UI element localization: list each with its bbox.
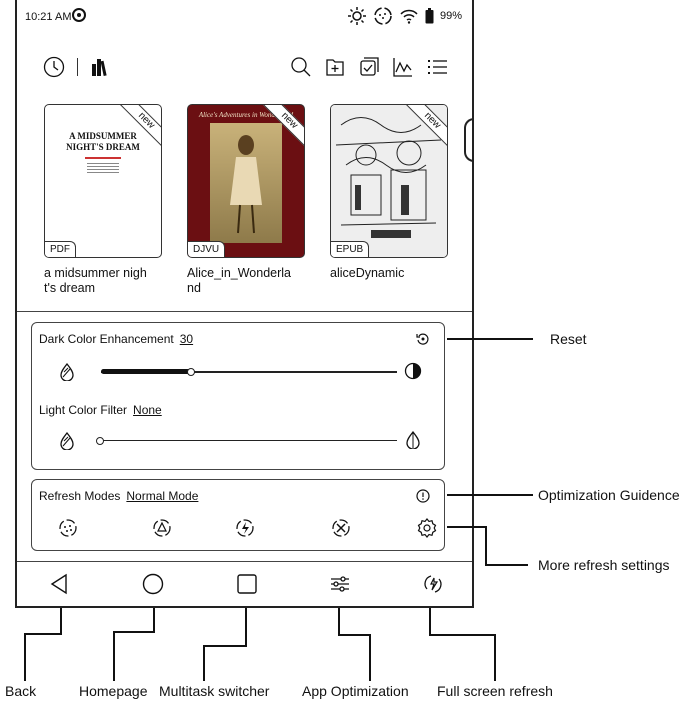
format-badge: PDF (45, 241, 76, 257)
clock-icon[interactable] (43, 56, 65, 78)
more-refresh-callout: More refresh settings (538, 557, 670, 573)
dark-low-icon (59, 362, 75, 386)
book-item[interactable]: new EPUB aliceDynamic (330, 104, 448, 281)
search-icon[interactable] (290, 56, 312, 78)
back-icon[interactable] (47, 572, 71, 596)
side-drawer-handle[interactable] (464, 118, 474, 162)
home-icon[interactable] (141, 572, 165, 596)
back-line-c (24, 633, 26, 681)
dark-high-icon (404, 362, 422, 385)
light-filter-value[interactable]: None (133, 403, 162, 417)
book-cover[interactable]: new EPUB (330, 104, 448, 258)
appopt-line-a (338, 608, 340, 636)
bookshelf-icon[interactable] (90, 56, 112, 78)
multitask-icon[interactable] (235, 572, 259, 596)
back-line-b (24, 633, 62, 635)
reset-callout: Reset (550, 331, 587, 347)
color-panel: Dark Color Enhancement 30 Light Color Fil… (31, 322, 445, 470)
reset-icon[interactable] (416, 332, 430, 351)
appopt-line-c (369, 634, 371, 681)
select-icon[interactable] (358, 56, 380, 78)
info-icon[interactable] (416, 489, 430, 508)
device-screen: 10:21 AM 99% A MIDSUMMER NIGHT'S DREAM n… (15, 0, 474, 608)
wifi-icon[interactable] (399, 7, 419, 25)
light-high-icon (405, 430, 421, 454)
back-callout: Back (5, 683, 37, 699)
hd-mode-icon[interactable] (58, 518, 78, 543)
full-refresh-icon[interactable] (421, 572, 445, 596)
more-refresh-line-b (485, 526, 487, 566)
nav-bar (17, 562, 472, 606)
reset-callout-line (447, 338, 533, 340)
fullrefresh-line-a (429, 608, 431, 636)
book-cover[interactable]: Alice's Adventures in Wonderland new DJV… (187, 104, 305, 258)
import-icon[interactable] (324, 56, 346, 78)
battery-percent: 99% (439, 10, 462, 22)
dnd-icon (72, 8, 86, 22)
home-line-a (153, 608, 155, 633)
multitask-line-c (203, 645, 205, 681)
app-optimization-icon[interactable] (328, 572, 352, 596)
optimization-callout-line (447, 494, 533, 496)
speed-mode-icon[interactable] (235, 518, 255, 543)
fullrefresh-line-c (494, 634, 496, 681)
dark-enhancement-value[interactable]: 30 (180, 332, 193, 346)
book-item[interactable]: Alice's Adventures in Wonderland new DJV… (187, 104, 305, 296)
format-badge: DJVU (188, 241, 226, 257)
stats-icon[interactable] (392, 56, 414, 78)
full-refresh-callout: Full screen refresh (437, 683, 553, 699)
homepage-callout: Homepage (79, 683, 148, 699)
multitask-callout: Multitask switcher (159, 683, 270, 699)
refresh-panel: Refresh Modes Normal Mode (31, 479, 445, 551)
menu-icon[interactable] (426, 56, 448, 78)
book-title: a midsummer night's dream (44, 266, 147, 295)
book-title: Alice_in_Wonderland (187, 266, 291, 295)
home-line-b (113, 631, 155, 633)
more-refresh-line-c (485, 564, 528, 566)
refresh-mode-value[interactable]: Normal Mode (126, 489, 198, 503)
toolbar-divider (77, 58, 78, 76)
fullrefresh-line-b (429, 634, 496, 636)
panel-separator (17, 311, 472, 312)
home-line-c (113, 631, 115, 681)
battery-icon (425, 8, 434, 24)
cover-title: A MIDSUMMER NIGHT'S DREAM (66, 131, 140, 152)
light-filter-label: Light Color Filter None (39, 403, 162, 417)
book-title: aliceDynamic (330, 266, 405, 280)
brightness-icon[interactable] (347, 6, 367, 26)
status-time: 10:21 AM (25, 11, 72, 23)
book-item[interactable]: A MIDSUMMER NIGHT'S DREAM new PDF a mids… (44, 104, 162, 296)
status-bar: 10:21 AM 99% (17, 0, 472, 34)
x-mode-icon[interactable] (331, 518, 351, 543)
balanced-mode-icon[interactable] (152, 518, 172, 543)
optimization-callout: Optimization Guidence (538, 487, 680, 503)
app-optimization-callout: App Optimization (302, 683, 409, 699)
more-refresh-line-a (447, 526, 487, 528)
refresh-modes-label: Refresh Modes Normal Mode (39, 489, 199, 503)
multitask-line-a (245, 608, 247, 647)
appopt-line-b (338, 634, 371, 636)
refresh-mode-icon[interactable] (373, 6, 393, 26)
multitask-line-b (203, 645, 247, 647)
dark-enhancement-label: Dark Color Enhancement 30 (39, 332, 194, 346)
book-cover[interactable]: A MIDSUMMER NIGHT'S DREAM new PDF (44, 104, 162, 258)
more-settings-gear-icon[interactable] (417, 518, 437, 543)
format-badge: EPUB (331, 241, 370, 257)
back-line-a (60, 608, 62, 635)
light-low-icon (59, 431, 75, 455)
